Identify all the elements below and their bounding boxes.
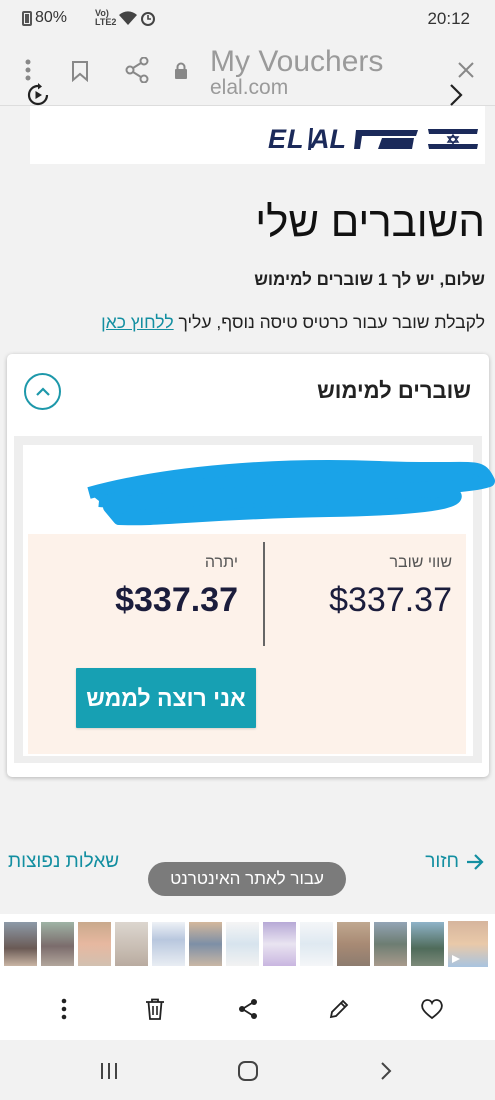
menu-dots-icon[interactable]: [20, 56, 36, 84]
battery-percent: 80%: [35, 9, 68, 26]
more-vertical-icon[interactable]: [54, 996, 74, 1022]
gallery-thumbnails: [0, 914, 495, 978]
thumbnail-selected[interactable]: [446, 919, 490, 969]
redeem-button[interactable]: אני רוצה לממש: [76, 668, 256, 728]
open-in-browser-toast[interactable]: עבור לאתר האינטרנט: [148, 862, 346, 896]
share-icon[interactable]: [235, 996, 261, 1022]
balance-label: יתרה: [204, 554, 238, 571]
network-type: Vo) LTE2: [95, 9, 116, 27]
thumbnail[interactable]: [263, 922, 296, 966]
thumbnail[interactable]: [78, 922, 111, 966]
recent-apps-icon[interactable]: [96, 1060, 122, 1082]
status-bar: 80% Vo) LTE2 20:12: [0, 0, 495, 36]
browser-toolbar: My Vouchers elal.com: [0, 36, 495, 106]
system-nav-bar: [0, 1040, 495, 1100]
gallery-toolbar: [0, 978, 495, 1040]
header-strip: EL AL: [0, 106, 495, 164]
click-here-link[interactable]: ללחוץ כאן: [101, 312, 174, 332]
greeting-text: שלום, יש לך 1 שוברים למימוש: [254, 270, 485, 289]
voucher-panel: שווי שובר $337.37 יתרה $337.37 אני רוצה …: [14, 436, 495, 763]
thumbnail[interactable]: [300, 922, 333, 966]
faq-link[interactable]: שאלות נפוצות: [8, 851, 119, 873]
thumbnail[interactable]: [374, 922, 407, 966]
home-icon[interactable]: [234, 1058, 262, 1084]
pencil-icon[interactable]: [326, 996, 352, 1022]
thumbnail[interactable]: [411, 922, 444, 966]
voucher-value: $337.37: [329, 581, 452, 619]
clock: 20:12: [427, 9, 470, 28]
vouchers-card: שוברים למימוש שווי שובר $337.37 יתרה $33…: [7, 354, 495, 777]
back-link[interactable]: חזור: [425, 851, 485, 873]
arrow-right-icon: [467, 854, 484, 870]
thumbnail[interactable]: [41, 922, 74, 966]
voucher-value-label: שווי שובר: [389, 554, 452, 571]
info-text: לקבלת שובר עבור כרטיס טיסה נוסף, עליך לל…: [5, 312, 485, 333]
elal-logo: EL AL: [268, 126, 478, 152]
value-divider: [263, 542, 265, 646]
page-heading: השוברים שלי: [255, 198, 485, 245]
thumbnail[interactable]: [4, 922, 37, 966]
back-nav-icon[interactable]: [374, 1058, 398, 1084]
refresh-play-icon[interactable]: [24, 82, 52, 108]
card-title: שוברים למימוש: [317, 378, 471, 403]
svg-text:EL: EL: [268, 126, 305, 152]
screen: 80% Vo) LTE2 20:12 My Vouchers elal.com: [0, 0, 495, 1100]
video-play-icon: [452, 955, 460, 963]
thumbnail[interactable]: [115, 922, 148, 966]
lte-label: LTE2: [95, 17, 117, 27]
chevron-right-icon[interactable]: [444, 82, 468, 108]
lock-icon: [172, 60, 190, 82]
page-domain: elal.com: [210, 76, 289, 99]
balance-value: $337.37: [115, 581, 238, 619]
trash-icon[interactable]: [142, 996, 168, 1022]
alarm-icon: [141, 12, 155, 26]
back-link-label: חזור: [425, 851, 459, 872]
redaction-scribble: [87, 460, 495, 526]
collapse-button[interactable]: [24, 373, 61, 410]
wifi-icon: [119, 11, 137, 25]
share-page-icon[interactable]: [123, 56, 151, 84]
chevron-up-icon: [35, 386, 50, 396]
battery-indicator: 80%: [22, 9, 67, 27]
info-prefix: לקבלת שובר עבור כרטיס טיסה נוסף, עליך: [173, 312, 485, 332]
close-icon[interactable]: [454, 58, 478, 82]
thumbnail[interactable]: [226, 922, 259, 966]
battery-icon: [22, 10, 32, 26]
svg-text:AL: AL: [309, 126, 346, 152]
thumbnail[interactable]: [152, 922, 185, 966]
web-content: EL AL השוברים שלי שלום, יש לך 1 שוברים ל…: [0, 106, 495, 914]
voucher-values: שווי שובר $337.37 יתרה $337.37 אני רוצה …: [28, 534, 466, 754]
bookmark-icon[interactable]: [68, 58, 92, 84]
heart-icon[interactable]: [418, 996, 446, 1022]
thumbnail[interactable]: [337, 922, 370, 966]
page-title: My Vouchers: [210, 45, 384, 78]
thumbnail[interactable]: [189, 922, 222, 966]
